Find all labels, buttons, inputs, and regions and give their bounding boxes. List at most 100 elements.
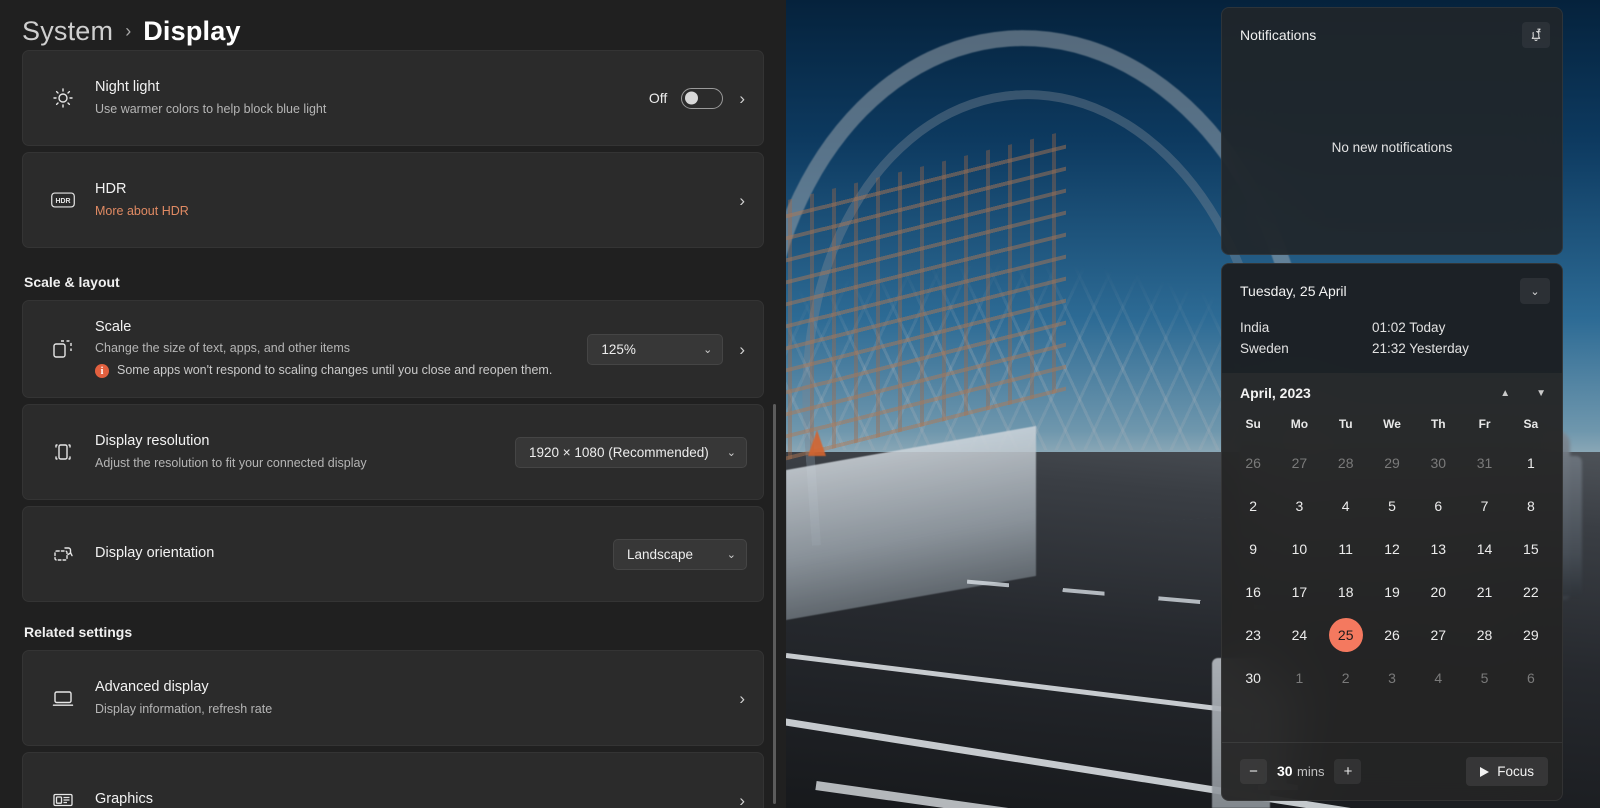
setting-card-resolution[interactable]: Display resolution Adjust the resolution… (22, 404, 764, 500)
calendar-day-cell[interactable]: 3 (1276, 484, 1322, 527)
play-icon (1480, 766, 1490, 777)
svg-text:HDR: HDR (56, 198, 71, 205)
calendar-day-cell[interactable]: 25 (1323, 613, 1369, 656)
calendar-day-cell[interactable]: 28 (1461, 613, 1507, 656)
calendar-weekday: We (1383, 417, 1401, 432)
clock-city: India (1240, 320, 1270, 335)
calendar-day-cell[interactable]: 7 (1461, 484, 1507, 527)
triangle-down-icon[interactable]: ▼ (1536, 388, 1546, 399)
calendar-day-cell[interactable]: 16 (1230, 570, 1276, 613)
calendar-day-cell[interactable]: 2 (1323, 656, 1369, 699)
calendar-day-number: 4 (1341, 497, 1350, 514)
calendar-day-number: 7 (1480, 497, 1489, 514)
calendar-day-cell[interactable]: 4 (1323, 484, 1369, 527)
hdr-title: HDR (95, 181, 127, 198)
orientation-title: Display orientation (95, 545, 215, 562)
calendar-day-cell[interactable]: 29 (1508, 613, 1554, 656)
start-focus-session-button[interactable]: Focus (1466, 757, 1548, 786)
calendar-day-cell[interactable]: 29 (1369, 441, 1415, 484)
calendar-day-cell[interactable]: 12 (1369, 527, 1415, 570)
calendar-day-cell[interactable]: 8 (1508, 484, 1554, 527)
calendar-day-number: 17 (1291, 583, 1308, 600)
advanced-display-text: Advanced display Display information, re… (85, 668, 737, 728)
hdr-more-link[interactable]: More about HDR (95, 202, 731, 220)
calendar-day-cell[interactable]: 22 (1508, 570, 1554, 613)
calendar-day-cell[interactable]: 23 (1230, 613, 1276, 656)
calendar-day-cell[interactable]: 26 (1230, 441, 1276, 484)
calendar-day-cell[interactable]: 1 (1276, 656, 1322, 699)
hdr-text: HDR More about HDR (85, 170, 737, 230)
calendar-day-cell[interactable]: 27 (1276, 441, 1322, 484)
calendar-day-cell[interactable]: 26 (1369, 613, 1415, 656)
calendar-day-cell[interactable]: 14 (1461, 527, 1507, 570)
orientation-icon (41, 542, 85, 566)
focus-increase-button[interactable]: + (1334, 759, 1362, 784)
calendar-day-cell[interactable]: 30 (1415, 441, 1461, 484)
bell-do-not-disturb-icon[interactable] (1522, 22, 1550, 48)
calendar-day-cell[interactable]: 18 (1323, 570, 1369, 613)
calendar-day-number: 21 (1476, 583, 1493, 600)
graphics-title: Graphics (95, 791, 154, 808)
calendar-day-number: 2 (1341, 669, 1350, 686)
setting-card-graphics[interactable]: Graphics › (22, 752, 764, 808)
calendar-day-cell[interactable]: 9 (1230, 527, 1276, 570)
calendar-day-number: 31 (1476, 454, 1493, 471)
night-light-state-label: Off (648, 90, 668, 106)
calendar-day-number: 15 (1523, 540, 1539, 557)
night-light-subtitle: Use warmer colors to help block blue lig… (95, 101, 327, 116)
calendar-day-cell[interactable]: 20 (1415, 570, 1461, 613)
calendar-day-cell[interactable]: 2 (1230, 484, 1276, 527)
resolution-subtitle: Adjust the resolution to fit your connec… (95, 455, 367, 470)
calendar-day-cell[interactable]: 6 (1508, 656, 1554, 699)
calendar-day-cell[interactable]: 4 (1415, 656, 1461, 699)
calendar-month-label[interactable]: April, 2023 (1240, 385, 1311, 401)
setting-card-advanced-display[interactable]: Advanced display Display information, re… (22, 650, 764, 746)
calendar-day-cell[interactable]: 28 (1323, 441, 1369, 484)
calendar-day-cell[interactable]: 31 (1461, 441, 1507, 484)
setting-card-hdr[interactable]: HDR HDR More about HDR › (22, 152, 764, 248)
calendar-day-cell[interactable]: 10 (1276, 527, 1322, 570)
chevron-right-icon[interactable]: › (737, 690, 747, 707)
chevron-right-icon[interactable]: › (737, 792, 747, 808)
calendar-day-number: 27 (1430, 626, 1447, 643)
calendar-day-cell[interactable]: 11 (1323, 527, 1369, 570)
calendar-day-cell[interactable]: 5 (1461, 656, 1507, 699)
calendar-day-cell[interactable]: 24 (1276, 613, 1322, 656)
calendar-day-cell[interactable]: 21 (1461, 570, 1507, 613)
calendar-day-cell[interactable]: 13 (1415, 527, 1461, 570)
setting-card-night-light[interactable]: Night light Use warmer colors to help bl… (22, 50, 764, 146)
focus-decrease-button[interactable]: − (1240, 759, 1267, 784)
night-light-toggle[interactable] (681, 87, 724, 109)
chevron-down-icon[interactable]: ⌄ (1520, 278, 1550, 304)
calendar-day-cell[interactable]: 5 (1369, 484, 1415, 527)
calendar-day-cell[interactable]: 27 (1415, 613, 1461, 656)
calendar-day-number: 26 (1245, 454, 1261, 471)
calendar-day-cell[interactable]: 19 (1369, 570, 1415, 613)
calendar-day-number: 5 (1480, 669, 1489, 686)
breadcrumb-separator-icon: › (125, 20, 132, 41)
orientation-dropdown[interactable]: Landscape ⌄ (613, 538, 747, 570)
calendar-day-cell[interactable]: 3 (1369, 656, 1415, 699)
chevron-right-icon[interactable]: › (737, 192, 747, 209)
scale-dropdown[interactable]: 125% ⌄ (587, 333, 724, 365)
settings-scrollbar[interactable] (773, 404, 776, 804)
resolution-dropdown[interactable]: 1920 × 1080 (Recommended) ⌄ (515, 436, 747, 468)
calendar-day-cell[interactable]: 6 (1415, 484, 1461, 527)
breadcrumb-system-link[interactable]: System (22, 16, 113, 47)
calendar-day-cell[interactable]: 1 (1508, 441, 1554, 484)
focus-duration-value: 30 (1277, 762, 1293, 779)
chevron-right-icon[interactable]: › (737, 341, 747, 358)
calendar-panel: Tuesday, 25 April ⌄ India 01:02 Today Sw… (1221, 263, 1563, 801)
calendar-day-cell[interactable]: 15 (1508, 527, 1554, 570)
calendar-day-number: 1 (1526, 454, 1535, 471)
calendar-date-row: Tuesday, 25 April ⌄ (1240, 278, 1550, 304)
triangle-up-icon[interactable]: ▲ (1500, 388, 1510, 399)
calendar-day-number: 30 (1430, 454, 1447, 471)
calendar-day-cell[interactable]: 17 (1276, 570, 1322, 613)
chevron-right-icon[interactable]: › (737, 90, 747, 107)
night-light-text: Night light Use warmer colors to help bl… (85, 68, 649, 128)
setting-card-scale[interactable]: Scale Change the size of text, apps, and… (22, 300, 764, 398)
setting-card-orientation[interactable]: Display orientation Landscape ⌄ (22, 506, 764, 602)
calendar-day-cell[interactable]: 30 (1230, 656, 1276, 699)
scale-subtitle: Change the size of text, apps, and other… (95, 341, 351, 356)
